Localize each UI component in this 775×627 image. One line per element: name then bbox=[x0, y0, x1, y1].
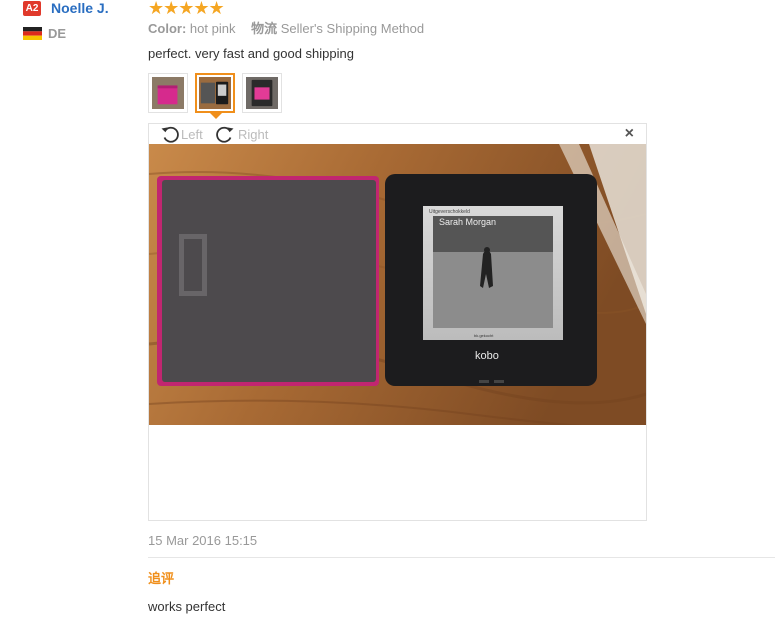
rotate-left-button[interactable]: Left bbox=[160, 124, 203, 144]
color-value: hot pink bbox=[189, 21, 236, 36]
device-brand-logo: kobo bbox=[475, 350, 499, 362]
color-label: Color: bbox=[148, 21, 187, 36]
country-code: DE bbox=[48, 26, 67, 41]
reviewer-name[interactable]: Noelle J. bbox=[51, 0, 109, 16]
close-viewer-button[interactable]: × bbox=[625, 126, 634, 142]
rotate-right-button[interactable]: Right bbox=[215, 124, 268, 144]
review-photo-thumbnail[interactable] bbox=[242, 73, 282, 113]
shipping-value: Seller's Shipping Method bbox=[280, 21, 425, 36]
divider bbox=[148, 557, 775, 558]
rotate-left-icon bbox=[161, 126, 179, 143]
purchase-attributes: Color: hot pink 物流 Seller's Shipping Met… bbox=[148, 21, 424, 37]
rotate-right-icon bbox=[216, 126, 234, 143]
rotate-right-label: Right bbox=[238, 126, 269, 142]
selected-thumbnail-pointer bbox=[210, 113, 222, 119]
close-icon: × bbox=[624, 125, 634, 142]
kobo-reader-photo-icon bbox=[199, 77, 231, 109]
member-level-badge: A2 bbox=[23, 1, 41, 16]
rotate-left-label: Left bbox=[181, 126, 203, 142]
germany-flag-icon bbox=[23, 27, 42, 40]
review-photo-thumbnail[interactable] bbox=[148, 73, 188, 113]
rating-stars: ★★★★★ bbox=[148, 0, 225, 18]
review-photo: Uitgeverschokkeld Sarah Morgan bk.gekoch… bbox=[149, 144, 646, 425]
ereader-photo-image: Uitgeverschokkeld Sarah Morgan bk.gekoch… bbox=[149, 144, 646, 425]
pink-cover-photo-icon bbox=[152, 77, 184, 109]
book-author: Sarah Morgan bbox=[439, 217, 496, 227]
followup-review-text: works perfect bbox=[148, 599, 226, 614]
screen-header: Uitgeverschokkeld bbox=[429, 209, 470, 215]
review-date: 15 Mar 2016 15:15 bbox=[148, 533, 258, 548]
pink-case-photo-icon bbox=[246, 77, 278, 109]
review-photo-thumbnail-selected[interactable] bbox=[195, 73, 235, 113]
viewer-toolbar: Left Right × bbox=[149, 124, 646, 145]
screen-footer: bk.gekocht bbox=[474, 333, 494, 338]
review-text: perfect. very fast and good shipping bbox=[148, 46, 354, 61]
photo-viewer: Left Right × Uitgeverschokkeld Sarah Mor… bbox=[148, 123, 647, 521]
followup-review-label: 追评 bbox=[148, 571, 175, 586]
shipping-label: 物流 bbox=[251, 21, 278, 36]
